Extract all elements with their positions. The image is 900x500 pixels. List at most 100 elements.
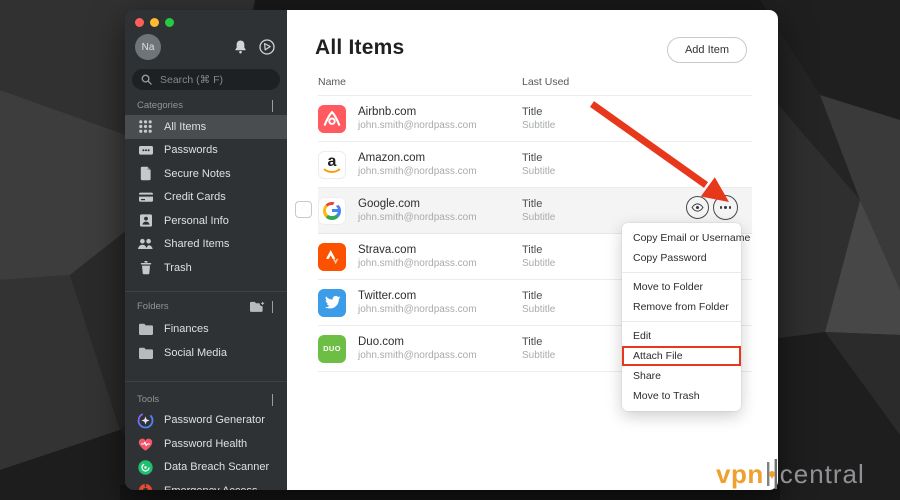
sidebar-item-label: Data Breach Scanner xyxy=(164,461,270,474)
sidebar-item-label: Finances xyxy=(164,323,209,336)
credit-cards-icon xyxy=(137,189,154,206)
sidebar-item-label: Passwords xyxy=(164,144,218,157)
eye-icon xyxy=(691,203,704,212)
google-icon xyxy=(318,196,346,225)
secure-notes-icon xyxy=(137,165,154,182)
sidebar-item-personal-info[interactable]: Personal Info xyxy=(125,209,287,233)
chevron-down-icon[interactable] xyxy=(266,393,275,406)
row-subtitle: Subtitle xyxy=(522,165,556,177)
row-title: Title xyxy=(522,197,543,210)
sidebar-item-label: Social Media xyxy=(164,346,227,359)
sidebar-section-folders: Folders Finances Social Media xyxy=(125,290,287,365)
list-row-amazon-com[interactable]: a Amazon.com john.smith@nordpass.com Title S… xyxy=(318,142,752,188)
dots-icon xyxy=(719,206,723,209)
zoom-window-button[interactable] xyxy=(165,18,174,27)
row-subtitle: Subtitle xyxy=(522,349,556,361)
row-title: Title xyxy=(522,151,543,164)
section-label: Folders xyxy=(137,301,169,312)
row-title: Title xyxy=(522,243,543,256)
menu-item-copy-password[interactable]: Copy Password xyxy=(622,248,741,268)
sidebar-item-passwords[interactable]: Passwords xyxy=(125,139,287,163)
settings-icon[interactable] xyxy=(257,37,277,57)
folder-icon xyxy=(137,321,154,338)
row-username: john.smith@nordpass.com xyxy=(358,349,477,361)
nordpass-window: Na Categories All Items Passwords Secure No… xyxy=(125,10,778,490)
row-subtitle: Subtitle xyxy=(522,303,556,315)
column-last-used: Last Used xyxy=(522,76,570,88)
twitter-icon xyxy=(318,288,346,317)
sidebar-item-credit-cards[interactable]: Credit Cards xyxy=(125,186,287,210)
sidebar-section-tools: Tools Password Generator Password Health Da… xyxy=(125,380,287,490)
sidebar-item-secure-notes[interactable]: Secure Notes xyxy=(125,162,287,186)
grid-icon xyxy=(137,118,154,135)
sidebar-item-label: Password Health xyxy=(164,437,248,450)
row-name: Twitter.com xyxy=(358,289,417,302)
generator-icon xyxy=(137,412,154,429)
row-name: Airbnb.com xyxy=(358,105,417,118)
vpncentral-watermark: vpn central xyxy=(716,458,865,490)
row-title: Title xyxy=(522,335,543,348)
row-username: john.smith@nordpass.com xyxy=(358,211,477,223)
row-title: Title xyxy=(522,105,543,118)
notifications-bell-icon[interactable] xyxy=(230,37,250,57)
menu-item-copy-email-or-username[interactable]: Copy Email or Username xyxy=(622,228,750,248)
sidebar-item-all-items[interactable]: All Items xyxy=(125,115,287,139)
sidebar-item-shared-items[interactable]: Shared Items xyxy=(125,233,287,257)
row-checkbox[interactable] xyxy=(295,201,312,218)
duo-icon: DUO xyxy=(318,334,346,363)
sidebar-item-label: Personal Info xyxy=(164,214,229,227)
trash-icon xyxy=(137,259,154,276)
sidebar-item-label: Emergency Access xyxy=(164,485,258,490)
list-header: Name Last Used xyxy=(318,76,752,96)
search-icon xyxy=(141,74,152,85)
personal-info-icon xyxy=(137,212,154,229)
list-row-airbnb-com[interactable]: Airbnb.com john.smith@nordpass.com Title Su… xyxy=(318,96,752,142)
add-item-button[interactable]: Add Item xyxy=(666,37,747,63)
row-title: Title xyxy=(522,289,543,302)
sidebar-item-password-health[interactable]: Password Health xyxy=(125,432,287,456)
search-bar[interactable] xyxy=(132,69,280,90)
sidebar-item-label: All Items xyxy=(164,120,207,133)
show-password-button[interactable] xyxy=(686,196,709,219)
sidebar-item-password-generator[interactable]: Password Generator xyxy=(125,409,287,433)
menu-item-remove-from-folder[interactable]: Remove from Folder xyxy=(622,297,741,317)
sidebar-item-social-media[interactable]: Social Media xyxy=(125,341,287,365)
avatar[interactable]: Na xyxy=(135,34,161,60)
row-subtitle: Subtitle xyxy=(522,119,556,131)
row-username: john.smith@nordpass.com xyxy=(358,119,477,131)
sidebar-item-finances[interactable]: Finances xyxy=(125,318,287,342)
row-name: Duo.com xyxy=(358,335,405,348)
sidebar-item-label: Password Generator xyxy=(164,414,265,427)
minimize-window-button[interactable] xyxy=(150,18,159,27)
row-name: Strava.com xyxy=(358,243,417,256)
chevron-down-icon[interactable] xyxy=(266,301,275,313)
breach-icon xyxy=(137,459,154,476)
menu-item-attach-file[interactable]: Attach File xyxy=(622,346,741,366)
menu-item-move-to-trash[interactable]: Move to Trash xyxy=(622,386,741,406)
sidebar: Na Categories All Items Passwords Secure No… xyxy=(125,10,287,490)
menu-item-edit[interactable]: Edit xyxy=(622,326,741,346)
more-options-button[interactable] xyxy=(713,195,738,220)
chevron-down-icon[interactable] xyxy=(266,100,275,112)
sidebar-item-emergency-access[interactable]: Emergency Access xyxy=(125,479,287,490)
close-window-button[interactable] xyxy=(135,18,144,27)
section-label: Categories xyxy=(137,100,183,111)
folder-icon xyxy=(137,344,154,361)
sidebar-item-data-breach-scanner[interactable]: Data Breach Scanner xyxy=(125,456,287,480)
shared-items-icon xyxy=(137,236,154,253)
folder-plus-icon[interactable] xyxy=(249,299,266,314)
menu-item-share[interactable]: Share xyxy=(622,366,741,386)
window-controls xyxy=(125,10,287,27)
passwords-icon xyxy=(137,142,154,159)
column-name: Name xyxy=(318,76,347,88)
sidebar-item-trash[interactable]: Trash xyxy=(125,256,287,280)
airbnb-icon xyxy=(318,104,346,133)
context-menu: Copy Email or Username Copy Password Move … xyxy=(622,223,750,411)
section-label: Tools xyxy=(137,393,160,405)
search-input[interactable] xyxy=(158,72,271,87)
watermark-suffix: central xyxy=(779,458,865,489)
sidebar-item-label: Credit Cards xyxy=(164,191,226,204)
row-subtitle: Subtitle xyxy=(522,211,556,223)
menu-item-move-to-folder[interactable]: Move to Folder xyxy=(622,277,741,297)
row-subtitle: Subtitle xyxy=(522,257,556,269)
